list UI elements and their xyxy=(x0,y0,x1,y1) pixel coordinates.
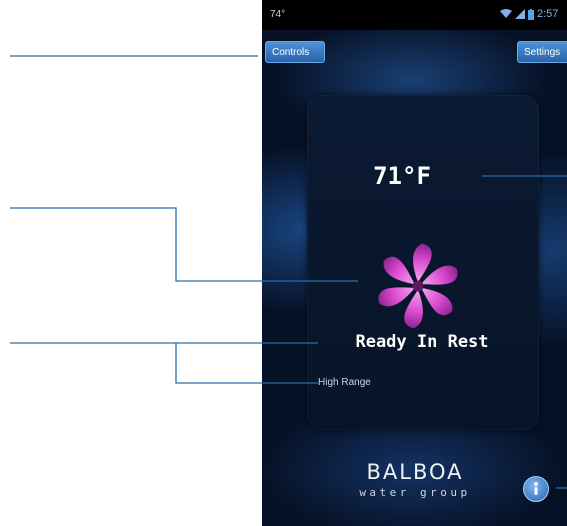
status-text: Ready In Rest xyxy=(355,332,489,352)
brand-logo: BALBOA water group xyxy=(330,460,500,499)
balboa-swirl-icon xyxy=(378,243,458,329)
brand-name: BALBOA xyxy=(366,460,464,484)
info-button[interactable] xyxy=(523,476,549,502)
temperature-display: 71°F xyxy=(373,162,431,190)
controls-button[interactable]: Controls xyxy=(265,41,325,63)
range-label: High Range xyxy=(318,377,371,388)
status-bar: 74° 2:57 xyxy=(262,0,567,30)
status-temperature: 74° xyxy=(270,9,286,20)
battery-icon xyxy=(528,8,534,20)
info-icon xyxy=(534,482,538,495)
settings-button[interactable]: Settings xyxy=(517,41,567,63)
brand-subtitle: water group xyxy=(359,486,471,499)
signal-icon xyxy=(515,9,525,19)
status-icons: 2:57 xyxy=(500,8,558,20)
app-screen: 74° 2:57 Controls Settings 71°F Ready In… xyxy=(262,0,567,526)
status-time: 2:57 xyxy=(537,8,559,20)
wifi-icon xyxy=(500,9,512,18)
